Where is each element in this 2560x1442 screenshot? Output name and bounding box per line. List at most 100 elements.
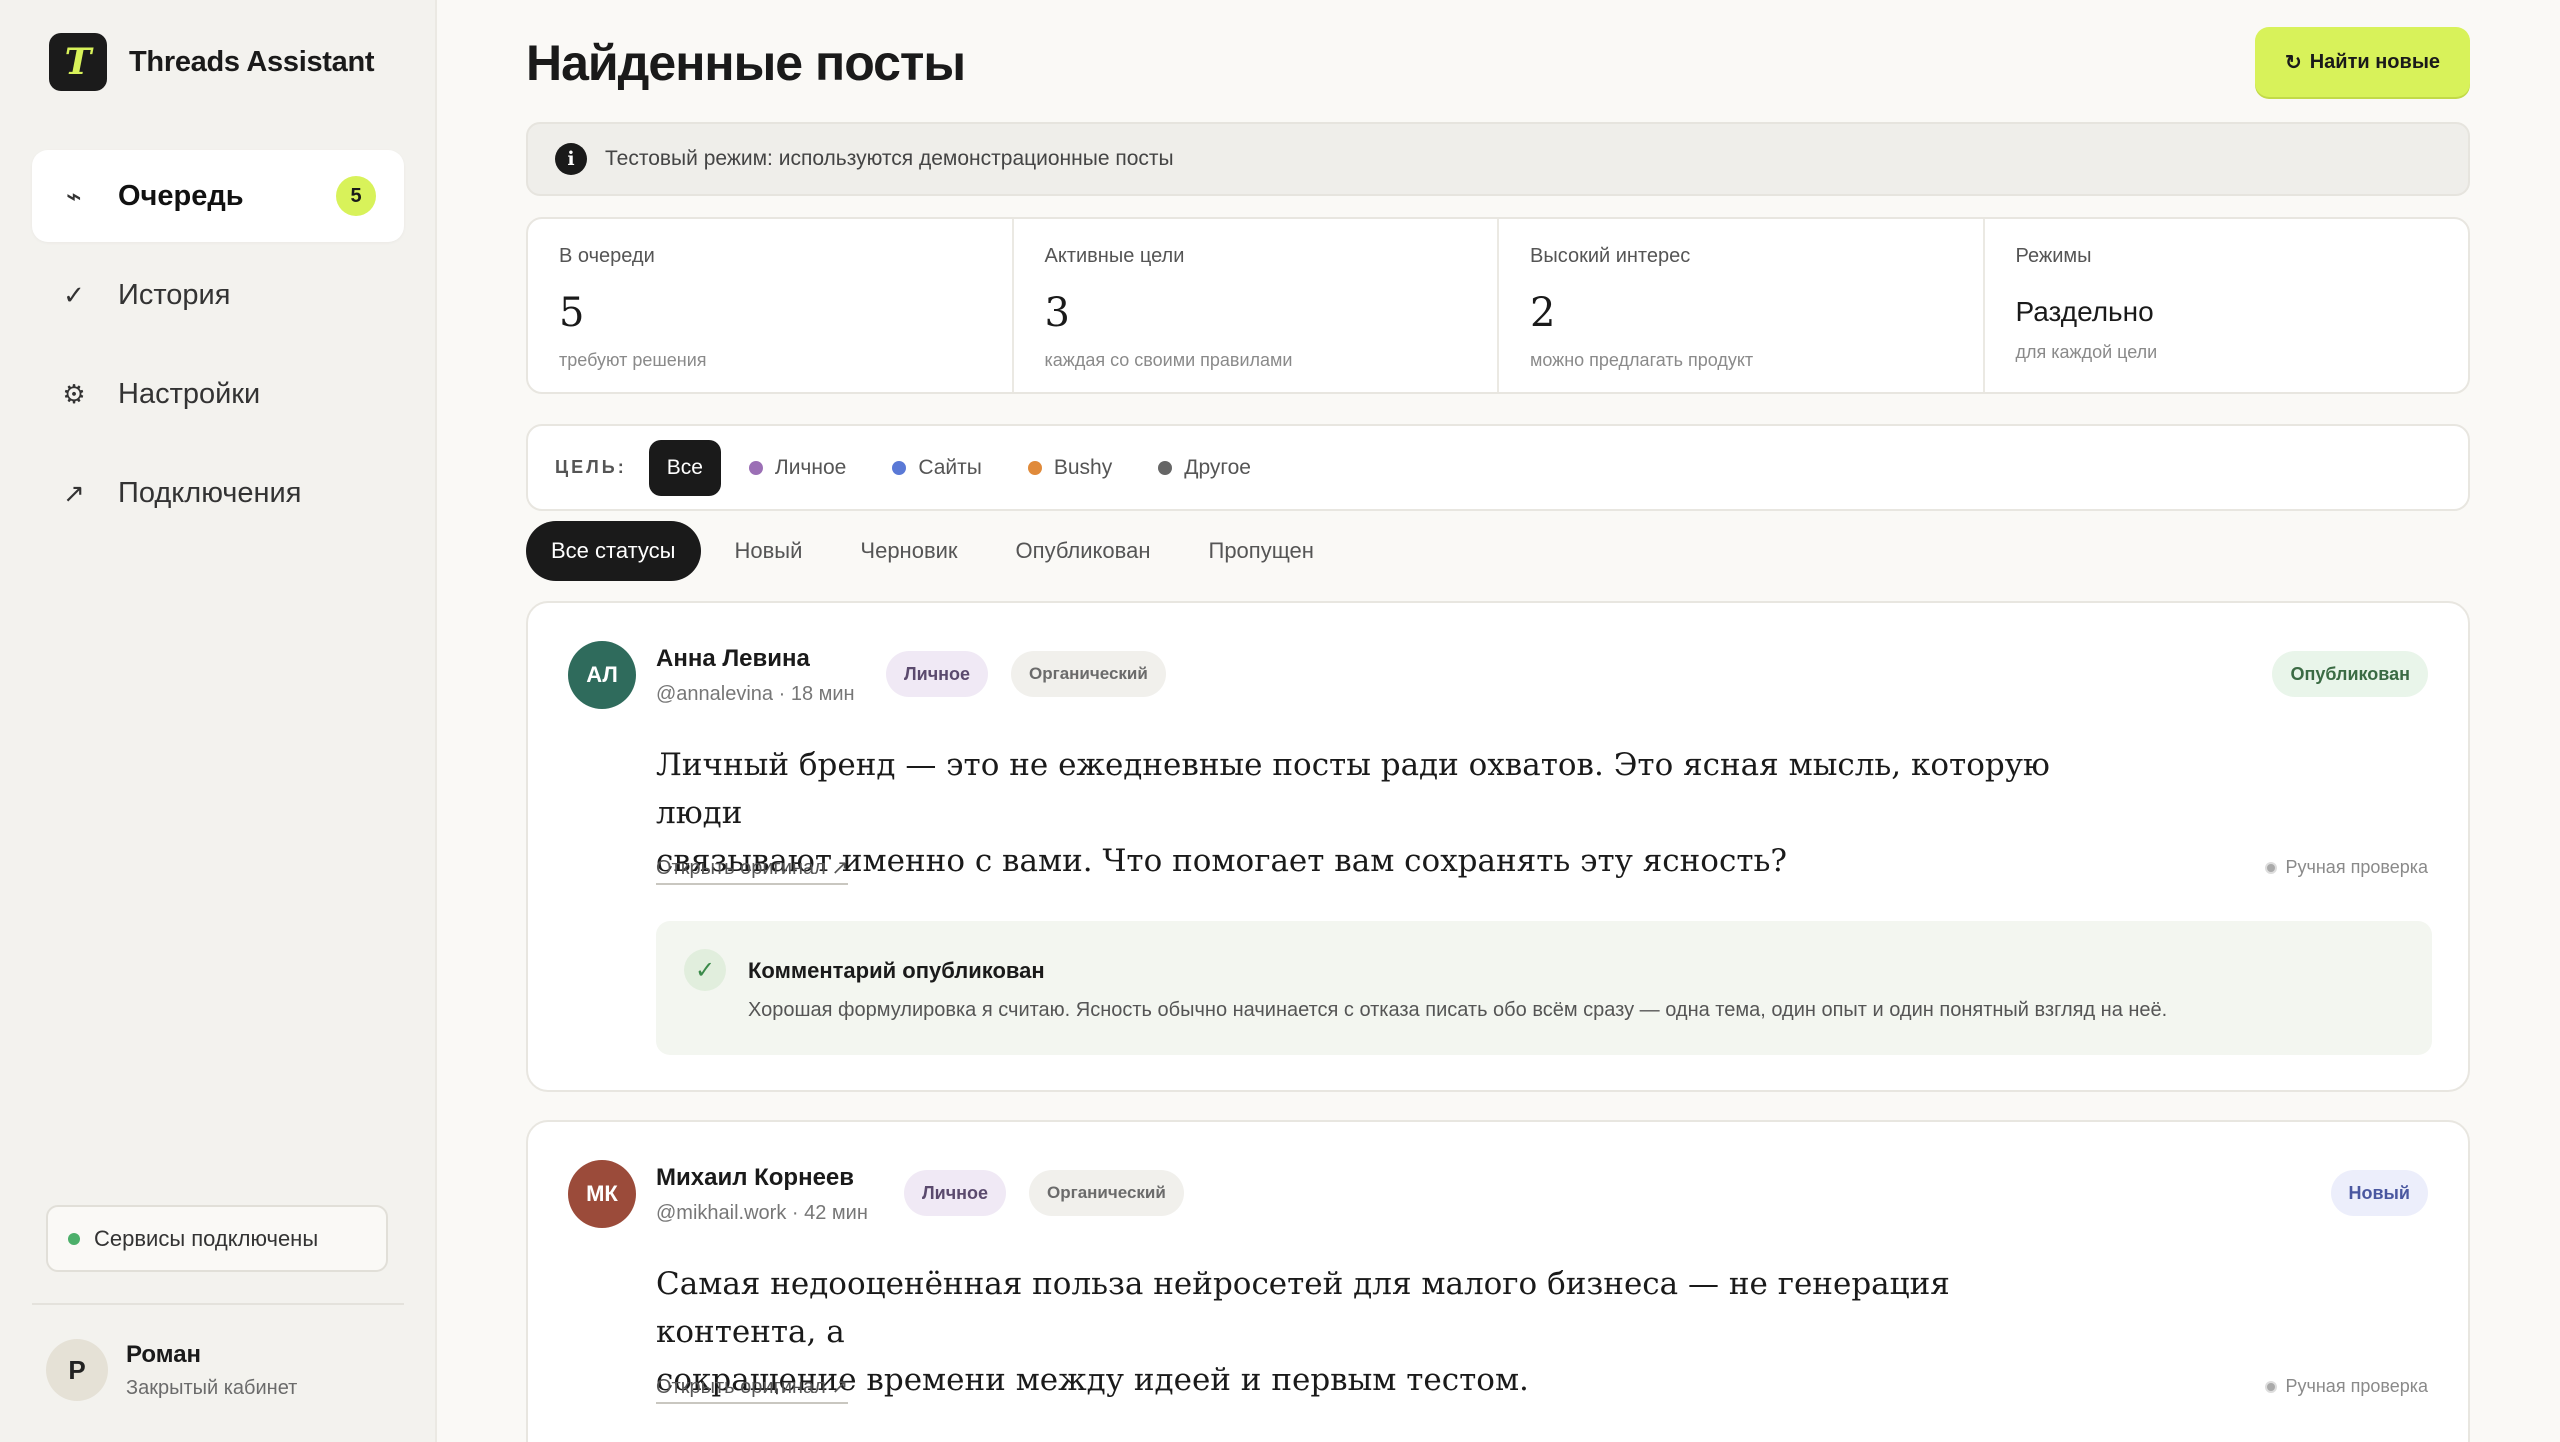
check-icon: ✓ (684, 949, 726, 991)
services-status[interactable]: Сервисы подключены (46, 1205, 388, 1272)
tab-new[interactable]: Новый (711, 521, 827, 581)
info-icon: i (555, 143, 587, 175)
open-original-link[interactable]: Открыть оригинал ↗ (656, 855, 849, 885)
notice-text: Тестовый режим: используются демонстраци… (605, 147, 1174, 170)
stat-label: Активные цели (1044, 245, 1185, 267)
review-label: Ручная проверка (2285, 1376, 2428, 1396)
type-tag: Органический (1011, 651, 1166, 697)
stat-modes: Режимы Раздельно для каждой цели (1985, 219, 2469, 392)
post-handle: @annalevina · 18 мин (656, 683, 855, 705)
arrow-up-right-icon: ↗ (63, 477, 85, 508)
sidebar-item-history[interactable]: ✓ История (32, 249, 404, 341)
goal-dot-icon (748, 460, 763, 475)
post-text: Личный бренд — это не ежедневные посты р… (656, 741, 2076, 885)
avatar: Р (46, 1339, 108, 1401)
tab-all-statuses[interactable]: Все статусы (526, 521, 701, 581)
divider (32, 1303, 404, 1305)
sidebar-item-settings[interactable]: ⚙ Настройки (32, 348, 404, 440)
sidebar-item-label: История (118, 278, 231, 311)
stat-label: Режимы (2015, 245, 2092, 267)
stat-label: Высокий интерес (1530, 245, 1691, 267)
status-dot-icon (68, 1232, 80, 1245)
find-new-label: Найти новые (2309, 50, 2441, 73)
stat-sub: каждая со своими правилами (1044, 350, 1293, 370)
post-author: Михаил Корнеев (656, 1164, 855, 1191)
comment-text: Хорошая формулировка я считаю. Ясность о… (748, 999, 2168, 1021)
status-tabs: Все статусы Новый Черновик Опубликован П… (526, 521, 1348, 581)
comment-box: ✓ Комментарий опубликован Хорошая формул… (656, 921, 2432, 1055)
goal-filter-all[interactable]: Все (648, 439, 721, 496)
comment-title: Комментарий опубликован (748, 958, 1045, 983)
stat-value: Раздельно (2015, 296, 2154, 327)
review-mode: Ручная проверка (2265, 857, 2428, 878)
goal-dot-icon (1027, 460, 1042, 475)
post-text: Самая недооценённая польза нейросетей дл… (656, 1260, 2076, 1404)
review-dot-icon (2265, 861, 2278, 874)
open-original-link[interactable]: Открыть оригинал ↗ (656, 1374, 849, 1404)
post-author: Анна Левина (656, 645, 810, 672)
stat-active-goals: Активные цели 3 каждая со своими правила… (1014, 219, 1499, 392)
queue-count-badge: 5 (336, 176, 376, 216)
goal-tag: Личное (904, 1170, 1007, 1216)
sidebar: T Threads Assistant ⌁ Очередь 5 ✓ Истори… (0, 0, 437, 1442)
post-card: МК Михаил Корнеев @mikhail.work · 42 мин… (526, 1120, 2470, 1442)
app-name: Threads Assistant (129, 45, 375, 78)
goal-option-label: Сайты (918, 455, 982, 479)
find-new-button[interactable]: ↻ Найти новые (2255, 27, 2470, 97)
goal-option-label: Другое (1184, 455, 1251, 479)
sidebar-item-queue[interactable]: ⌁ Очередь 5 (32, 150, 404, 242)
review-label: Ручная проверка (2285, 857, 2428, 877)
type-tag: Органический (1029, 1170, 1184, 1216)
goal-filter-bushy[interactable]: Bushy (1027, 455, 1113, 480)
goal-filter-other[interactable]: Другое (1158, 456, 1251, 480)
avatar: МК (568, 1160, 636, 1228)
user-profile[interactable]: Р Роман Закрытый кабинет (46, 1339, 297, 1401)
tab-published[interactable]: Опубликован (992, 521, 1175, 581)
stat-high-interest: Высокий интерес 2 можно предлагать проду… (1499, 219, 1985, 392)
goal-dot-icon (892, 460, 907, 475)
user-name: Роман (126, 1340, 202, 1368)
post-text-line: Личный бренд — это не ежедневные посты р… (656, 747, 2050, 831)
post-text-line: связывают именно с вами. Что помогает ва… (656, 843, 1787, 879)
user-subtitle: Закрытый кабинет (126, 1376, 298, 1399)
stat-value: 5 (559, 290, 585, 336)
stat-sub: можно предлагать продукт (1530, 350, 1754, 370)
goal-filter-sites[interactable]: Сайты (892, 456, 982, 480)
stat-value: 3 (1044, 290, 1070, 336)
goal-filter: ЦЕЛЬ: Все Личное Сайты Bushy Другое (526, 424, 2470, 511)
stat-sub: для каждой цели (2015, 342, 2158, 362)
review-dot-icon (2265, 1380, 2278, 1393)
stats-panel: В очереди 5 требуют решения Активные цел… (526, 217, 2470, 394)
post-handle: @mikhail.work · 42 мин (656, 1202, 868, 1224)
status-badge: Новый (2330, 1170, 2428, 1216)
stat-sub: требуют решения (559, 350, 707, 370)
app-logo: T (49, 33, 107, 91)
status-badge: Опубликован (2272, 651, 2428, 697)
tab-skipped[interactable]: Пропущен (1185, 521, 1338, 581)
tab-draft[interactable]: Черновик (836, 521, 981, 581)
refresh-icon: ↻ (2284, 51, 2302, 74)
brand[interactable]: T Threads Assistant (49, 33, 375, 91)
goal-option-label: Личное (774, 455, 847, 479)
goal-option-label: Bushy (1053, 455, 1113, 479)
goal-dot-icon (1158, 460, 1173, 475)
post-card: АЛ Анна Левина @annalevina · 18 мин Личн… (526, 601, 2470, 1092)
goal-tag: Личное (886, 651, 989, 697)
stat-label: В очереди (559, 245, 655, 267)
sidebar-nav: ⌁ Очередь 5 ✓ История ⚙ Настройки ↗ Подк… (32, 150, 404, 546)
check-icon: ✓ (63, 279, 85, 310)
goal-filter-personal[interactable]: Личное (748, 455, 847, 480)
services-status-label: Сервисы подключены (94, 1225, 319, 1251)
sidebar-item-label: Настройки (118, 377, 261, 410)
stat-value: 2 (1530, 290, 1556, 336)
sidebar-item-label: Очередь (118, 179, 244, 212)
page-title: Найденные посты (526, 35, 966, 91)
stat-queue: В очереди 5 требуют решения (528, 219, 1014, 392)
review-mode: Ручная проверка (2265, 1376, 2428, 1397)
sidebar-item-connections[interactable]: ↗ Подключения (32, 447, 404, 539)
post-text-line: сокращение времени между идеей и первым … (656, 1362, 1529, 1398)
avatar: АЛ (568, 641, 636, 709)
sidebar-item-label: Подключения (118, 476, 302, 509)
pulse-icon: ⌁ (66, 180, 82, 211)
gear-icon: ⚙ (62, 378, 86, 409)
